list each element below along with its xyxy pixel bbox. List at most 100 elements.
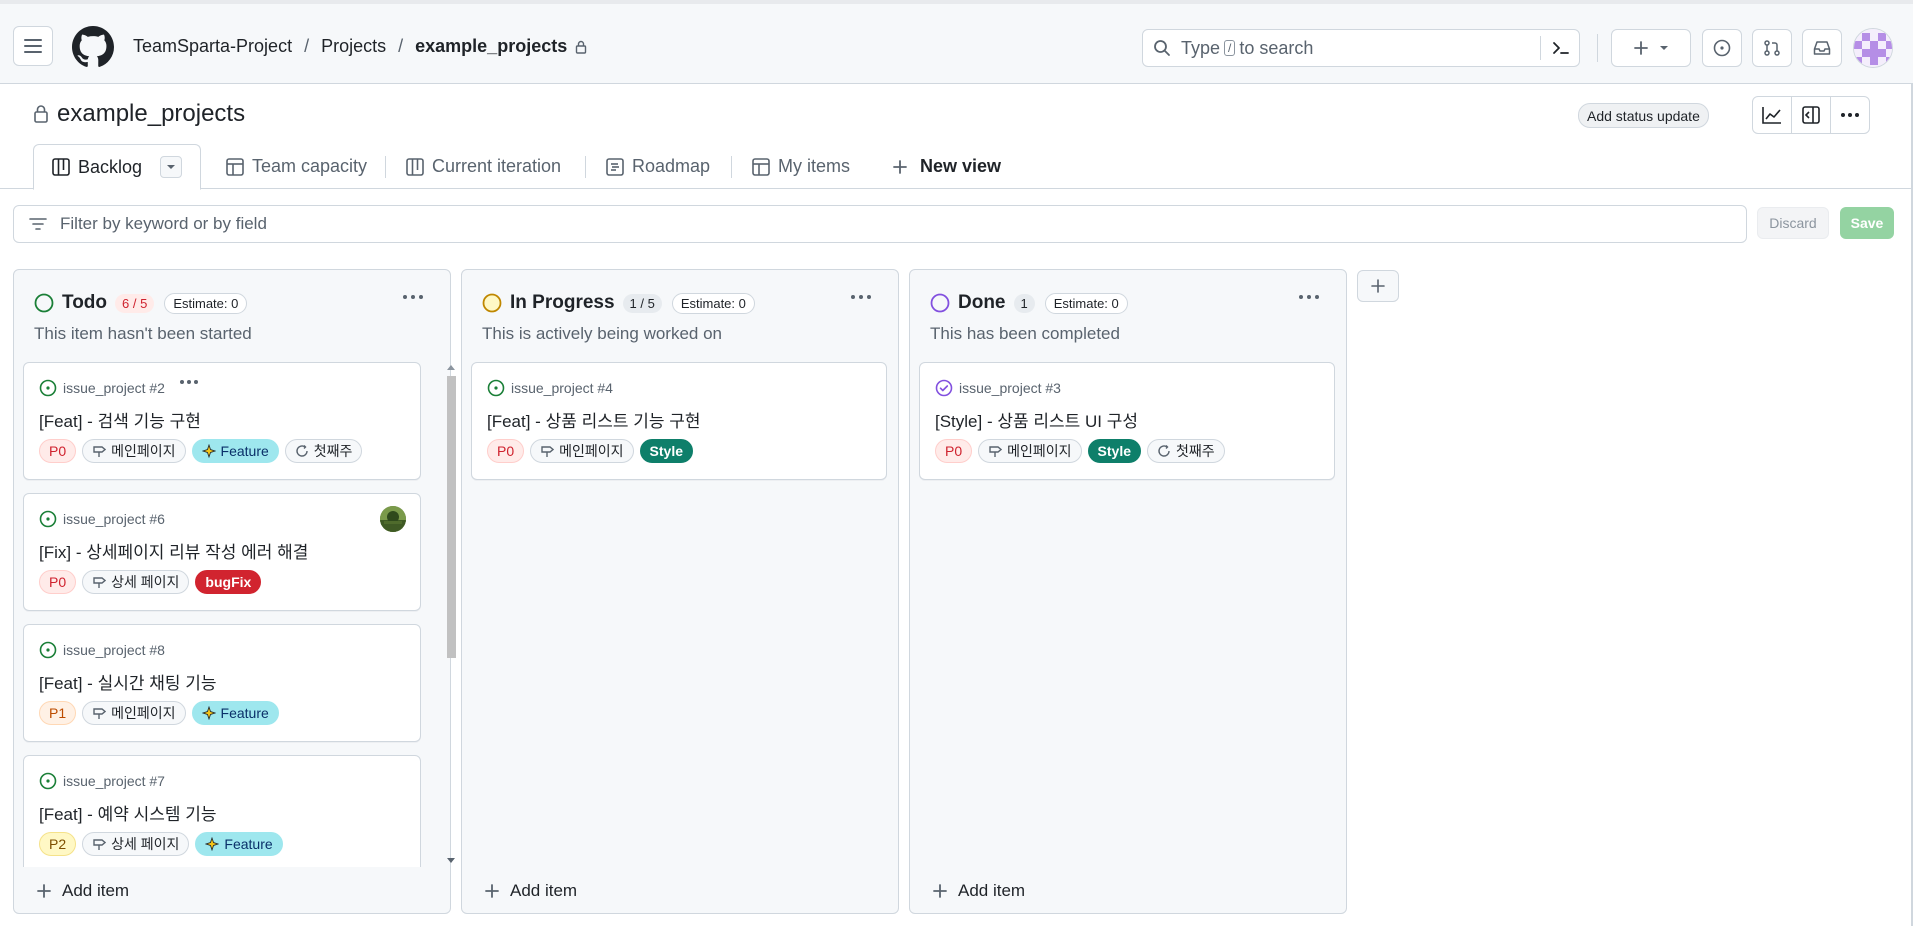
card-title[interactable]: [Fix] - 상세페이지 리뷰 작성 에러 해결 xyxy=(39,538,308,563)
label-text: Feature xyxy=(220,443,269,459)
milestone-label[interactable]: 메인페이지 xyxy=(978,439,1082,463)
tab-team-capacity[interactable]: Team capacity xyxy=(226,144,367,189)
issue-reference[interactable]: issue_project #7 xyxy=(63,773,165,789)
issue-card[interactable]: issue_project #4 [Feat] - 상품 리스트 기능 구현 P… xyxy=(471,362,887,480)
priority-label[interactable]: P0 xyxy=(487,439,525,463)
insights-button[interactable] xyxy=(1752,96,1792,134)
issue-reference[interactable]: issue_project #4 xyxy=(511,380,613,396)
tab-roadmap[interactable]: Roadmap xyxy=(606,144,710,189)
column-description: This is actively being worked on xyxy=(482,324,723,343)
breadcrumb-org[interactable]: TeamSparta-Project xyxy=(133,36,292,57)
card-title[interactable]: [Feat] - 예약 시스템 기능 xyxy=(39,800,217,825)
issue-reference[interactable]: issue_project #8 xyxy=(63,642,165,658)
issue-card[interactable]: issue_project #8 [Feat] - 실시간 채팅 기능 P1 메… xyxy=(23,624,421,742)
card-title[interactable]: [Feat] - 검색 기능 구현 xyxy=(39,407,201,432)
issue-reference[interactable]: issue_project #3 xyxy=(959,380,1061,396)
issue-reference[interactable]: issue_project #2 xyxy=(63,380,165,396)
priority-label[interactable]: P2 xyxy=(39,832,77,856)
filter-placeholder: Filter by keyword or by field xyxy=(60,214,267,233)
status-circle-icon xyxy=(34,293,54,313)
card-title[interactable]: [Feat] - 실시간 채팅 기능 xyxy=(39,669,217,694)
milestone-label[interactable]: 메인페이지 xyxy=(82,439,186,463)
feature-label[interactable]: Feature xyxy=(195,832,283,856)
priority-label[interactable]: P0 xyxy=(935,439,973,463)
card-meta: issue_project #3 xyxy=(935,379,1061,397)
tab-backlog[interactable]: Backlog xyxy=(33,144,202,190)
card-meta: issue_project #4 xyxy=(487,379,613,397)
tab-label: Roadmap xyxy=(632,156,711,176)
tab-current-iteration[interactable]: Current iteration xyxy=(406,144,561,189)
tab-label: New view xyxy=(920,156,1002,176)
tab-options-button[interactable] xyxy=(160,156,183,178)
menu-button[interactable] xyxy=(13,26,53,66)
column-menu-button[interactable] xyxy=(850,294,872,300)
issue-open-icon xyxy=(39,510,57,528)
add-status-update-button[interactable]: Add status update xyxy=(1578,103,1709,128)
assignee-avatar[interactable] xyxy=(380,506,406,532)
search-input[interactable]: Type / to search xyxy=(1142,29,1580,67)
roadmap-icon xyxy=(606,157,624,176)
column-description: This has been completed xyxy=(930,324,1120,343)
table-icon xyxy=(752,157,770,176)
filter-input[interactable]: Filter by keyword or by field xyxy=(13,205,1747,243)
side-panel-button[interactable] xyxy=(1791,96,1831,134)
scroll-up-arrow-icon xyxy=(447,364,455,370)
priority-label[interactable]: P0 xyxy=(39,439,77,463)
column-estimate: Estimate: 0 xyxy=(164,292,248,314)
column-menu-button[interactable] xyxy=(402,294,424,300)
label-text: 첫째주 xyxy=(313,443,353,459)
milestone-label[interactable]: 메인페이지 xyxy=(82,701,186,725)
issue-card[interactable]: issue_project #7 [Feat] - 예약 시스템 기능 P2 상… xyxy=(23,755,421,867)
card-menu-button[interactable] xyxy=(179,379,199,385)
milestone-label[interactable]: 상세 페이지 xyxy=(82,570,190,594)
issue-opened-icon xyxy=(1713,39,1731,57)
milestone-label[interactable]: 메인페이지 xyxy=(530,439,634,463)
style-label[interactable]: Style xyxy=(1087,439,1141,463)
column-scrollbar[interactable] xyxy=(445,362,457,864)
search-icon xyxy=(1153,39,1171,57)
breadcrumb-projects[interactable]: Projects xyxy=(321,36,386,57)
label-text: 상세 페이지 xyxy=(111,574,180,590)
tab-my-items[interactable]: My items xyxy=(752,144,850,189)
inbox-button[interactable] xyxy=(1802,29,1842,67)
feature-label[interactable]: Feature xyxy=(191,439,279,463)
discard-button[interactable]: Discard xyxy=(1757,207,1829,239)
column-menu-button[interactable] xyxy=(1298,294,1320,300)
add-item-button[interactable]: Add item xyxy=(932,881,1025,901)
add-column-button[interactable] xyxy=(1357,270,1399,302)
issue-card[interactable]: issue_project #2 [Feat] - 검색 기능 구현 P0 메인… xyxy=(23,362,421,480)
create-new-button[interactable] xyxy=(1611,29,1691,67)
priority-label[interactable]: P1 xyxy=(39,701,77,725)
issue-reference[interactable]: issue_project #6 xyxy=(63,511,165,527)
issues-button[interactable] xyxy=(1702,29,1742,67)
add-item-button[interactable]: Add item xyxy=(484,881,577,901)
new-view-button[interactable]: New view xyxy=(892,144,1001,189)
issue-card[interactable]: issue_project #6 [Fix] - 상세페이지 리뷰 작성 에러 … xyxy=(23,493,421,611)
sparkles-icon xyxy=(201,444,216,458)
board-icon xyxy=(52,158,70,176)
github-logo-icon[interactable] xyxy=(72,26,114,68)
priority-label[interactable]: P0 xyxy=(39,570,77,594)
project-menu-button[interactable] xyxy=(1830,96,1870,134)
iteration-label[interactable]: 첫째주 xyxy=(284,439,363,463)
scrollbar-thumb[interactable] xyxy=(447,376,456,658)
breadcrumb: TeamSparta-Project / Projects / example_… xyxy=(133,36,587,57)
pull-request-icon xyxy=(1763,39,1781,57)
command-palette-icon[interactable] xyxy=(1551,39,1571,57)
kebab-horizontal-icon xyxy=(850,294,872,300)
milestone-icon xyxy=(988,444,1003,458)
issue-card[interactable]: issue_project #3 [Style] - 상품 리스트 UI 구성 … xyxy=(919,362,1335,480)
milestone-label[interactable]: 상세 페이지 xyxy=(82,832,190,856)
save-button[interactable]: Save xyxy=(1840,207,1894,239)
iteration-label[interactable]: 첫째주 xyxy=(1147,439,1225,463)
feature-label[interactable]: Feature xyxy=(191,701,279,725)
add-item-button[interactable]: Add item xyxy=(36,881,129,901)
bugfix-label[interactable]: bugFix xyxy=(195,570,262,594)
card-title[interactable]: [Feat] - 상품 리스트 기능 구현 xyxy=(487,407,701,432)
label-text: 메인페이지 xyxy=(559,443,624,459)
style-label[interactable]: Style xyxy=(639,439,693,463)
card-title[interactable]: [Style] - 상품 리스트 UI 구성 xyxy=(935,407,1138,432)
pull-requests-button[interactable] xyxy=(1752,29,1792,67)
user-avatar[interactable] xyxy=(1853,28,1893,68)
breadcrumb-project[interactable]: example_projects xyxy=(415,36,567,57)
